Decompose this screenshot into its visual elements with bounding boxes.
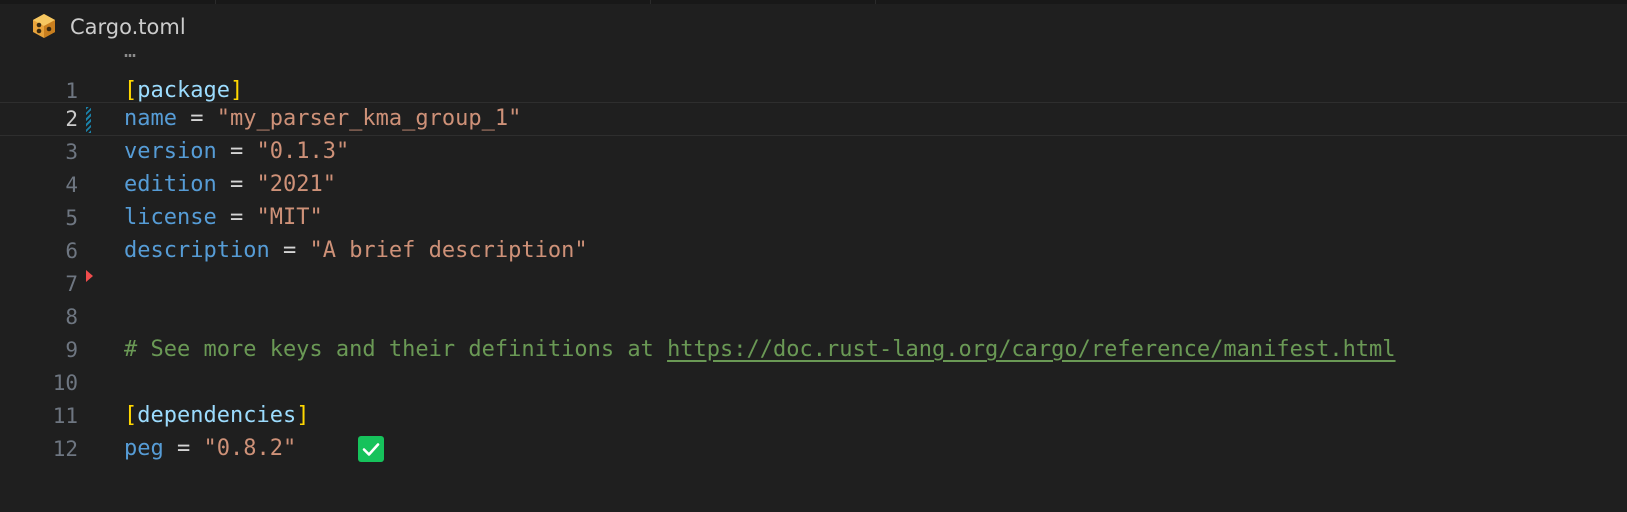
table-bracket-close: ] bbox=[229, 78, 244, 103]
line-number: 10 bbox=[52, 371, 78, 395]
toml-value-version: "0.1.3" bbox=[256, 139, 350, 164]
code-line[interactable]: 8 bbox=[0, 300, 1627, 334]
line-number: 9 bbox=[65, 338, 78, 362]
assign-operator: = bbox=[216, 205, 257, 230]
breadcrumb-file-name[interactable]: Cargo.toml bbox=[70, 14, 186, 40]
toml-value-license: "MIT" bbox=[256, 205, 323, 230]
code-line[interactable]: 6 description = "A brief description" bbox=[0, 234, 1627, 268]
assign-operator: = bbox=[216, 139, 257, 164]
line-content[interactable]: name = "my_parser_kma_group_1" bbox=[124, 103, 521, 135]
toml-key-name: name bbox=[124, 106, 177, 131]
code-line[interactable]: 12 peg = "0.8.2" bbox=[0, 432, 1627, 466]
line-content[interactable]: license = "MIT" bbox=[124, 201, 323, 235]
line-content[interactable]: peg = "0.8.2" bbox=[124, 432, 296, 466]
toml-key-license: license bbox=[124, 205, 217, 230]
line-number: 8 bbox=[65, 305, 78, 329]
table-bracket-open: [ bbox=[124, 403, 138, 428]
line-number: 5 bbox=[65, 206, 78, 230]
table-bracket-open: [ bbox=[124, 78, 138, 103]
code-line[interactable]: 9 # See more keys and their definitions … bbox=[0, 333, 1627, 367]
modified-line-marker[interactable] bbox=[86, 107, 91, 133]
table-header-package: package bbox=[137, 78, 230, 103]
assign-operator: = bbox=[176, 106, 217, 131]
line-number: 7 bbox=[65, 272, 78, 296]
assign-operator: = bbox=[216, 172, 257, 197]
line-number: 11 bbox=[52, 404, 78, 428]
code-line[interactable]: 3 version = "0.1.3" bbox=[0, 135, 1627, 169]
error-gutter-marker[interactable] bbox=[86, 270, 93, 282]
line-content[interactable]: edition = "2021" bbox=[124, 168, 336, 202]
assign-operator: = bbox=[269, 238, 310, 263]
rust-crate-icon bbox=[30, 12, 58, 40]
line-number-active: 2 bbox=[65, 107, 78, 131]
line-number: 3 bbox=[65, 140, 78, 164]
toml-value-peg: "0.8.2" bbox=[203, 436, 297, 461]
toml-key-version: version bbox=[124, 139, 217, 164]
check-icon[interactable] bbox=[358, 436, 384, 462]
manifest-reference-link[interactable]: https://doc.rust-lang.org/cargo/referenc… bbox=[667, 337, 1395, 362]
line-number: 6 bbox=[65, 239, 78, 263]
line-content[interactable]: version = "0.1.3" bbox=[124, 135, 349, 169]
line-content[interactable]: # See more keys and their definitions at… bbox=[124, 333, 1396, 367]
code-line[interactable]: 5 license = "MIT" bbox=[0, 201, 1627, 235]
code-line[interactable]: 11 [dependencies] bbox=[0, 399, 1627, 433]
assign-operator: = bbox=[163, 436, 204, 461]
breadcrumb: Cargo.toml bbox=[0, 4, 1627, 46]
line-number: 4 bbox=[65, 173, 78, 197]
line-content[interactable]: description = "A brief description" bbox=[124, 234, 588, 268]
toml-value-name: "my_parser_kma_group_1" bbox=[216, 106, 522, 131]
line-content[interactable]: [dependencies] bbox=[124, 399, 309, 433]
table-header-dependencies: dependencies bbox=[137, 403, 297, 428]
folded-region-indicator[interactable]: … bbox=[124, 40, 138, 60]
toml-key-description: description bbox=[124, 238, 270, 263]
toml-key-edition: edition bbox=[124, 172, 217, 197]
toml-value-description: "A brief description" bbox=[309, 238, 588, 263]
code-line[interactable]: 10 bbox=[0, 366, 1627, 400]
toml-key-peg: peg bbox=[124, 436, 164, 461]
line-number: 12 bbox=[52, 437, 78, 461]
code-line[interactable]: 4 edition = "2021" bbox=[0, 168, 1627, 202]
toml-value-edition: "2021" bbox=[256, 172, 336, 197]
code-line[interactable]: 7 bbox=[0, 267, 1627, 301]
table-bracket-close: ] bbox=[296, 403, 310, 428]
code-line-active[interactable]: 2 name = "my_parser_kma_group_1" bbox=[0, 102, 1627, 136]
toml-comment: # See more keys and their definitions at bbox=[124, 337, 668, 362]
